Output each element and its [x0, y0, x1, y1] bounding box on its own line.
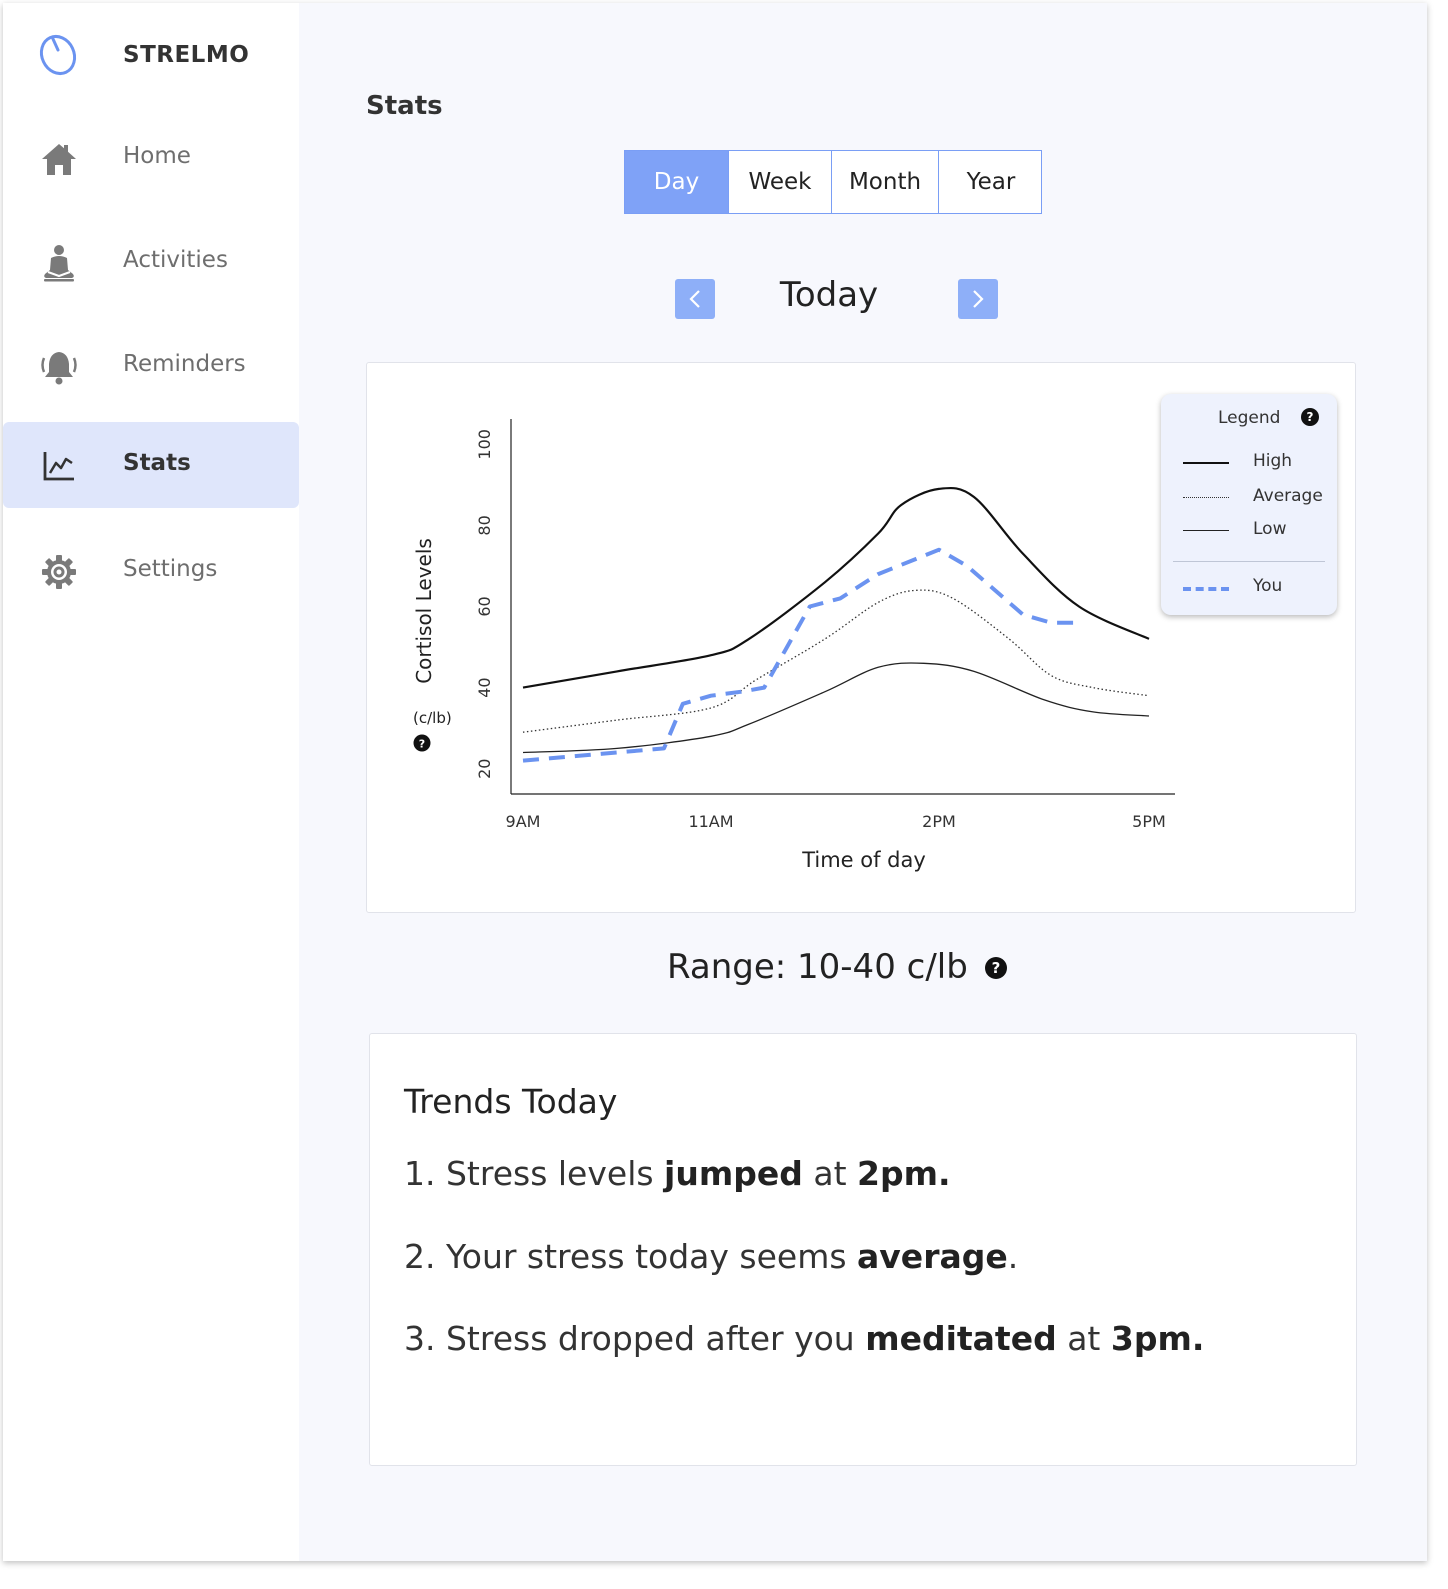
y-tick-label: 60: [475, 596, 494, 616]
y-axis-unit: (c/lb): [413, 709, 452, 727]
tab-month[interactable]: Month: [832, 151, 939, 213]
x-tick-label: 5PM: [1132, 812, 1166, 831]
series-line-average: [522, 589, 1150, 733]
range-text: Range: 10-40 c/lb: [667, 947, 968, 987]
legend-label: Average: [1253, 486, 1323, 506]
y-axis-label: Cortisol Levels: [412, 538, 436, 684]
legend-item-average: Average: [1183, 486, 1333, 510]
trend-item: 2. Your stress today seems average.: [404, 1237, 1018, 1276]
legend-divider: [1173, 561, 1325, 562]
trend-emphasis: jumped: [664, 1154, 803, 1193]
trends-title: Trends Today: [404, 1082, 618, 1121]
x-tick-label: 2PM: [922, 812, 956, 831]
tab-day[interactable]: Day: [625, 151, 729, 213]
sidebar-item-label: Settings: [123, 556, 218, 582]
next-period-button[interactable]: [958, 279, 998, 319]
sidebar-item-label: Activities: [123, 247, 228, 273]
trend-text: at: [1056, 1319, 1111, 1358]
trend-number: 1.: [404, 1154, 446, 1193]
y-unit-help-icon[interactable]: ?: [413, 734, 431, 752]
legend-swatch: [1183, 462, 1229, 464]
trend-item: 3. Stress dropped after you meditated at…: [404, 1319, 1204, 1358]
legend-label: High: [1253, 451, 1293, 471]
sidebar-item-stats[interactable]: Stats: [3, 422, 299, 508]
trend-text: .: [1007, 1237, 1019, 1276]
x-axis-label: Time of day: [801, 848, 926, 872]
app-window: STRELMO Home Activities Reminders Stats: [3, 3, 1427, 1561]
logo-icon: [39, 35, 77, 75]
gear-icon: [39, 552, 79, 592]
svg-text:?: ?: [419, 738, 425, 751]
series-line-you: [522, 547, 1079, 763]
legend-label: Low: [1253, 519, 1287, 539]
tab-year[interactable]: Year: [939, 151, 1043, 213]
chevron-left-icon: [689, 290, 700, 308]
meditation-icon: [39, 243, 79, 283]
trends-card: Trends Today 1. Stress levels jumped at …: [369, 1033, 1357, 1466]
trend-item: 1. Stress levels jumped at 2pm.: [404, 1154, 951, 1193]
trend-emphasis: meditated: [865, 1319, 1057, 1358]
x-tick-label: 9AM: [506, 812, 541, 831]
legend-label: You: [1253, 576, 1283, 596]
trend-emphasis: average: [857, 1237, 1008, 1276]
legend-title: Legend: [1218, 408, 1281, 428]
trend-number: 3.: [404, 1319, 446, 1358]
y-tick-label: 80: [475, 515, 494, 535]
chart-legend: Legend ? High Average Low You: [1161, 394, 1337, 615]
trend-emphasis: 3pm.: [1110, 1319, 1205, 1358]
brand[interactable]: STRELMO: [37, 29, 249, 79]
page-title: Stats: [366, 91, 443, 121]
sidebar: STRELMO Home Activities Reminders Stats: [3, 3, 299, 1561]
range-help-icon[interactable]: ?: [985, 957, 1007, 979]
legend-help-icon[interactable]: ?: [1301, 408, 1319, 426]
chevron-right-icon: [973, 290, 984, 308]
legend-item-high: High: [1183, 451, 1333, 475]
trend-text: Stress dropped after you: [445, 1319, 866, 1358]
home-icon: [39, 139, 79, 179]
trend-text: Your stress today seems: [445, 1237, 858, 1276]
legend-item-low: Low: [1183, 519, 1333, 543]
trend-text: at: [802, 1154, 858, 1193]
period-label: Today: [779, 275, 879, 315]
x-tick-label: 11AM: [688, 812, 733, 831]
chart-icon: [39, 446, 79, 486]
prev-period-button[interactable]: [675, 279, 715, 319]
tab-week[interactable]: Week: [729, 151, 832, 213]
trend-number: 2.: [404, 1237, 446, 1276]
app-name: STRELMO: [123, 42, 250, 68]
legend-swatch: [1183, 587, 1229, 591]
y-tick-label: 40: [475, 677, 494, 697]
period-tabs: Day Week Month Year: [624, 150, 1042, 214]
y-tick-label: 20: [475, 759, 494, 779]
y-tick-label: 100: [475, 429, 494, 460]
sidebar-item-label: Stats: [123, 450, 191, 476]
sidebar-item-activities[interactable]: Activities: [3, 219, 299, 305]
legend-swatch: [1183, 497, 1229, 498]
series-line-high: [522, 486, 1150, 689]
legend-swatch: [1183, 530, 1229, 531]
trend-emphasis: 2pm.: [857, 1154, 951, 1193]
chart-card: 9AM 11AM 2PM 5PM 20 40 60 80 100 Cortisol Levels…: [366, 362, 1356, 913]
sidebar-item-home[interactable]: Home: [3, 115, 299, 201]
sidebar-item-settings[interactable]: Settings: [3, 528, 299, 614]
sidebar-item-label: Home: [123, 143, 191, 169]
legend-item-you: You: [1183, 576, 1333, 600]
series-line-low: [522, 662, 1150, 754]
bell-icon: [39, 347, 79, 387]
sidebar-item-reminders[interactable]: Reminders: [3, 323, 299, 409]
sidebar-item-label: Reminders: [123, 351, 246, 377]
trend-text: Stress levels: [445, 1154, 665, 1193]
